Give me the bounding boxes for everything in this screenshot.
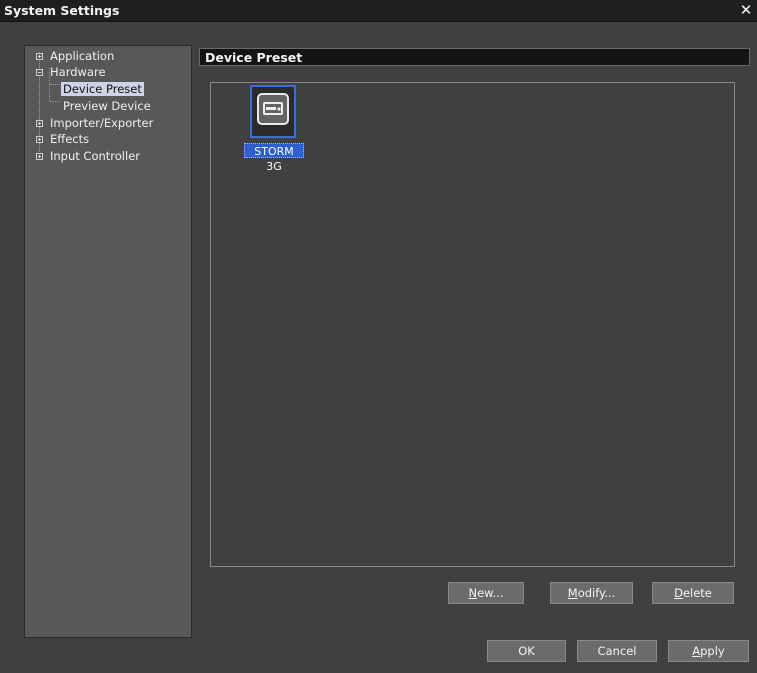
collapse-minus-icon[interactable] (36, 69, 43, 76)
tree-item-label: Application (50, 49, 115, 63)
modify-button-label: odify... (577, 586, 616, 600)
device-list[interactable]: STORM 3G (210, 82, 735, 567)
device-icon-frame (250, 85, 296, 138)
modify-button[interactable]: Modify... (550, 582, 633, 604)
tree-item-label: Device Preset (61, 82, 144, 96)
tree-item-label: Importer/Exporter (50, 116, 154, 130)
new-button[interactable]: New... (448, 582, 524, 604)
tree-connector (50, 84, 60, 85)
tree-item-device-preset[interactable]: Device Preset (61, 81, 144, 97)
new-button-label: ew... (477, 586, 504, 600)
dialog-body: Application Hardware Device Preset Previ… (0, 22, 757, 673)
ok-button-label: OK (518, 644, 535, 658)
apply-button[interactable]: Apply (668, 640, 749, 662)
device-hardware-icon (257, 93, 289, 125)
tree-item-preview-device[interactable]: Preview Device (63, 98, 151, 114)
expand-plus-icon[interactable] (36, 153, 43, 160)
apply-button-mnemonic: A (692, 644, 701, 658)
modify-button-mnemonic: M (567, 586, 578, 600)
window-title: System Settings (4, 3, 120, 18)
tree-item-label: Effects (50, 132, 90, 146)
device-item-storm-3g[interactable]: STORM 3G (244, 85, 306, 173)
tree-item-label: Hardware (50, 65, 106, 79)
cancel-button-label: Cancel (597, 644, 637, 658)
delete-button-label: elete (682, 586, 712, 600)
cancel-button[interactable]: Cancel (577, 640, 657, 662)
device-hardware-icon-glyph (263, 102, 283, 115)
delete-button[interactable]: Delete (652, 582, 734, 604)
apply-button-label: pply (700, 644, 725, 658)
panel-title: Device Preset (205, 50, 303, 65)
panel-header: Device Preset (199, 48, 750, 66)
titlebar: System Settings ✕ (0, 0, 757, 22)
tree-connector (50, 101, 60, 102)
tree-item-label: Input Controller (50, 149, 141, 163)
new-button-mnemonic: N (468, 586, 478, 600)
ok-button[interactable]: OK (487, 640, 566, 662)
expand-plus-icon[interactable] (36, 136, 43, 143)
close-icon[interactable]: ✕ (738, 0, 754, 20)
delete-button-mnemonic: D (674, 586, 683, 600)
expand-plus-icon[interactable] (36, 53, 43, 60)
expand-plus-icon[interactable] (36, 120, 43, 127)
device-label: STORM 3G (244, 143, 304, 173)
tree-item-label: Preview Device (63, 99, 151, 113)
settings-tree[interactable]: Application Hardware Device Preset Previ… (24, 45, 192, 638)
